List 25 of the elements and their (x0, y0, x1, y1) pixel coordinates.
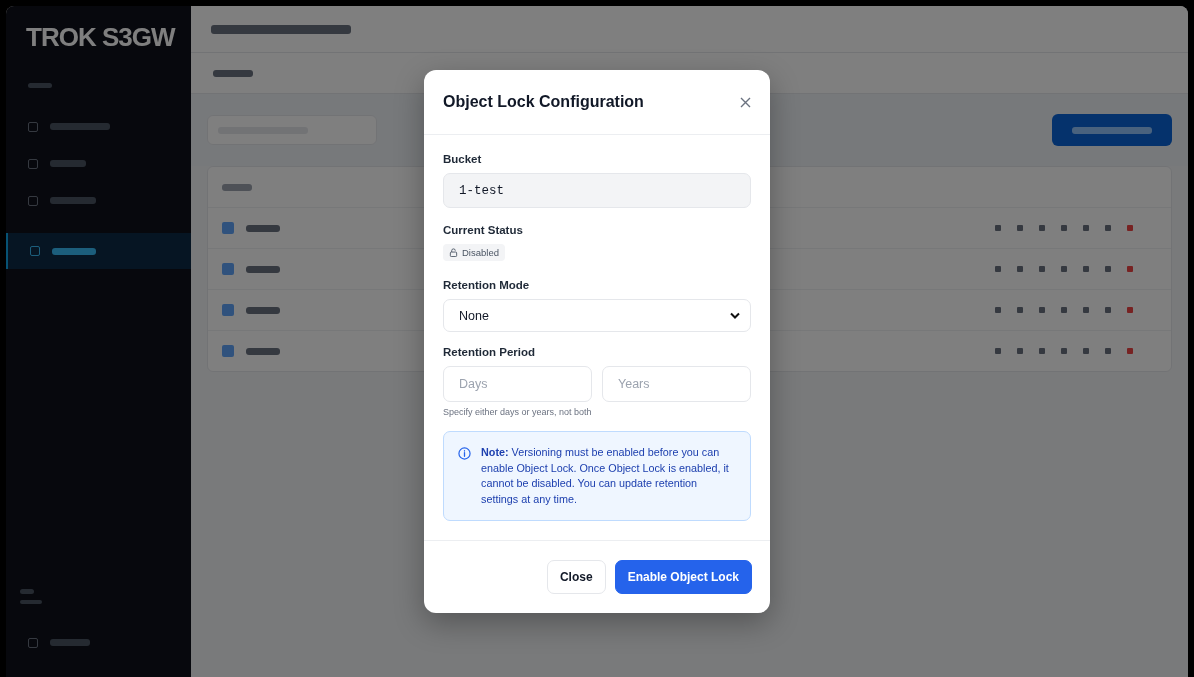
close-icon[interactable] (740, 96, 751, 108)
field-label: Retention Mode (443, 279, 531, 291)
text-placeholder (20, 600, 42, 604)
text-placeholder (222, 183, 252, 191)
field-label: Bucket (443, 153, 483, 165)
close-button[interactable]: Close (546, 560, 606, 594)
retention-mode-select[interactable]: None (443, 299, 751, 332)
status-badge: Disabled (443, 244, 505, 261)
chevron-down-icon (730, 312, 740, 319)
sidebar-item[interactable] (6, 233, 191, 269)
field-label: Current Status (443, 224, 524, 236)
bucket-field[interactable]: 1-test (443, 173, 751, 208)
text-placeholder (28, 83, 52, 88)
text-placeholder (20, 589, 34, 594)
logo: TROK S3GW (25, 22, 177, 53)
lock-icon (449, 248, 458, 257)
create-button[interactable] (1052, 114, 1172, 146)
dialog-title: Object Lock Configuration (443, 93, 644, 111)
info-icon (458, 447, 471, 460)
hint-text: Specify either days or years, not both (443, 407, 593, 417)
years-field[interactable]: Years (602, 366, 751, 402)
days-field[interactable]: Days (443, 366, 592, 402)
note-text: Note: Versioning must be enabled before you can enable Object Lock. Once Object Lock is enabled, it cannot be disabled. You can update retention settings at any time. (481, 445, 730, 507)
enable-button[interactable]: Enable Object Lock (614, 560, 752, 594)
field-label: Retention Period (443, 346, 536, 358)
